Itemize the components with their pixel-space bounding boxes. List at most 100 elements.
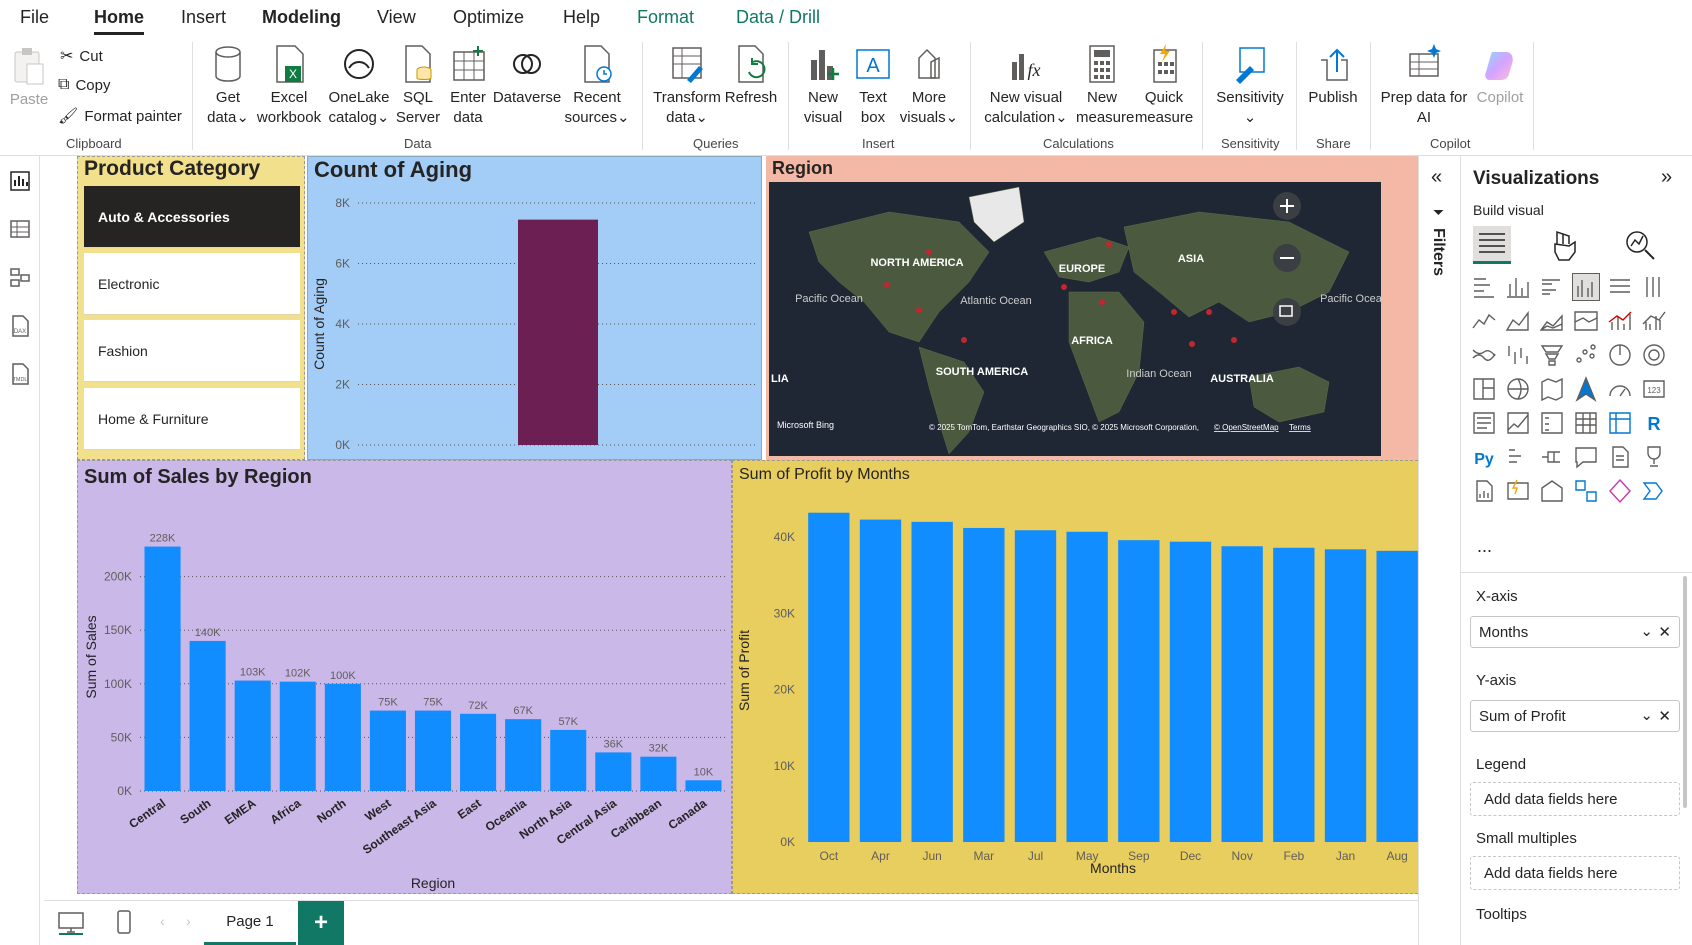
slicer-item[interactable]: Home & Furniture: [84, 388, 300, 450]
card-icon[interactable]: 123: [1641, 376, 1667, 402]
power-automate-icon[interactable]: [1539, 478, 1565, 504]
copy-button[interactable]: ⧉ Copy: [58, 76, 110, 94]
matrix-icon[interactable]: [1607, 410, 1633, 436]
r-visual-icon[interactable]: R: [1641, 410, 1667, 436]
sensitivity-button[interactable]: Sensitivity ⌄: [1212, 44, 1288, 128]
menu-data-drill[interactable]: Data / Drill: [736, 7, 820, 28]
sql-server-button[interactable]: SQL Server: [394, 44, 442, 128]
diamond-icon[interactable]: [1607, 478, 1633, 504]
small-multiples-drop-zone[interactable]: Add data fields here: [1470, 856, 1680, 890]
product-category-slicer[interactable]: Product Category Auto & Accessories Elec…: [77, 156, 305, 460]
refresh-button[interactable]: Refresh: [724, 44, 778, 108]
stacked-bar-icon[interactable]: [1471, 274, 1497, 300]
area-icon[interactable]: [1505, 308, 1531, 334]
legend-drop-zone[interactable]: Add data fields here: [1470, 782, 1680, 816]
terms-link[interactable]: Terms: [1289, 423, 1311, 432]
100-bar-icon[interactable]: [1607, 274, 1633, 300]
ribbon-icon[interactable]: [1471, 342, 1497, 368]
python-visual-icon[interactable]: Py: [1471, 444, 1497, 470]
chevron-down-icon[interactable]: ⌄: [1640, 706, 1653, 724]
add-page-button[interactable]: +: [298, 901, 344, 945]
recent-sources-button[interactable]: Recent sources⌄: [564, 44, 630, 128]
clustered-bar-icon[interactable]: [1539, 274, 1565, 300]
zoom-out-button[interactable]: [1273, 244, 1301, 272]
x-axis-field[interactable]: Months ⌄ ✕: [1470, 616, 1680, 648]
close-icon[interactable]: ✕: [1658, 707, 1671, 725]
quick-measure-button[interactable]: Quick measure: [1134, 44, 1194, 128]
slicer-icon[interactable]: [1539, 410, 1565, 436]
100-column-icon[interactable]: [1641, 274, 1667, 300]
enter-data-button[interactable]: Enter data: [444, 44, 492, 128]
decomposition-tree-icon[interactable]: [1539, 444, 1565, 470]
treemap-icon[interactable]: [1471, 376, 1497, 402]
arrow-icon[interactable]: [1641, 478, 1667, 504]
dax-query-icon[interactable]: DAX: [9, 314, 31, 338]
scrollbar[interactable]: [1683, 576, 1687, 808]
filters-pane[interactable]: « ⏷ Filters: [1418, 156, 1460, 945]
prep-data-ai-button[interactable]: Prep data for AI: [1378, 44, 1470, 128]
model-view-icon[interactable]: [9, 266, 31, 288]
azure-map-icon[interactable]: [1573, 376, 1599, 402]
sales-by-region-chart[interactable]: Sum of Sales by Region 0K 50K 100K 150K 200K 2…: [77, 460, 732, 894]
mobile-layout-icon[interactable]: [116, 909, 132, 935]
table-icon[interactable]: [1573, 410, 1599, 436]
map-icon[interactable]: [1505, 376, 1531, 402]
gauge-icon[interactable]: [1607, 376, 1633, 402]
excel-workbook-button[interactable]: X Excel workbook: [256, 44, 322, 128]
menu-help[interactable]: Help: [563, 7, 600, 28]
region-map[interactable]: Region NORTH AMERICA EUROPE ASIA AFRICA …: [766, 156, 1428, 460]
menu-modeling[interactable]: Modeling: [262, 7, 341, 28]
stacked-area-icon[interactable]: [1539, 308, 1565, 334]
waterfall-icon[interactable]: [1505, 342, 1531, 368]
menu-home[interactable]: Home: [94, 7, 144, 28]
power-apps-icon[interactable]: [1505, 478, 1531, 504]
multi-row-card-icon[interactable]: [1471, 410, 1497, 436]
copilot-button[interactable]: Copilot: [1470, 44, 1530, 108]
transform-data-button[interactable]: Transform data⌄: [652, 44, 722, 128]
menu-insert[interactable]: Insert: [181, 7, 226, 28]
scatter-icon[interactable]: [1573, 342, 1599, 368]
dataverse-button[interactable]: Dataverse: [492, 44, 562, 108]
profit-by-months-chart[interactable]: Sum of Profit by Months 0K 10K 20K 30K 40K Oct…: [732, 460, 1428, 894]
format-visual-icon[interactable]: [1551, 228, 1581, 262]
zoom-in-button[interactable]: [1273, 192, 1301, 220]
qa-icon[interactable]: [1573, 444, 1599, 470]
table-view-icon[interactable]: [9, 218, 31, 240]
paste-button[interactable]: Paste: [8, 46, 50, 110]
osm-link[interactable]: © OpenStreetMap: [1214, 423, 1279, 432]
more-visuals-icon[interactable]: ...: [1477, 536, 1492, 557]
cut-button[interactable]: ✂ Cut: [60, 46, 103, 66]
line-icon[interactable]: [1471, 308, 1497, 334]
y-axis-field[interactable]: Sum of Profit ⌄ ✕: [1470, 700, 1680, 732]
menu-view[interactable]: View: [377, 7, 416, 28]
report-view-icon[interactable]: [9, 170, 31, 192]
select-area-button[interactable]: [1273, 298, 1301, 326]
line-clustered-column-icon[interactable]: [1641, 308, 1667, 334]
menu-file[interactable]: File: [20, 7, 49, 28]
expand-icon[interactable]: »: [1661, 166, 1672, 189]
100-area-icon[interactable]: [1573, 308, 1599, 334]
format-painter-button[interactable]: 🖌 Format painter: [58, 106, 182, 126]
next-page-icon[interactable]: ›: [186, 913, 191, 929]
tmdl-view-icon[interactable]: TMDL: [9, 362, 31, 386]
kpi-icon[interactable]: [1505, 410, 1531, 436]
build-visual-tab[interactable]: [1473, 226, 1511, 264]
filled-map-icon[interactable]: [1539, 376, 1565, 402]
more-visuals-button[interactable]: More visuals⌄: [898, 44, 960, 128]
map-surface[interactable]: NORTH AMERICA EUROPE ASIA AFRICA SOUTH A…: [769, 182, 1381, 456]
slicer-item[interactable]: Auto & Accessories: [84, 186, 300, 248]
close-icon[interactable]: ✕: [1658, 623, 1671, 641]
goals-icon[interactable]: [1641, 444, 1667, 470]
clustered-column-icon[interactable]: [1572, 273, 1600, 301]
new-measure-button[interactable]: New measure: [1076, 44, 1134, 128]
stacked-column-icon[interactable]: [1505, 274, 1531, 300]
desktop-layout-icon[interactable]: [58, 911, 84, 935]
paginated-report-icon[interactable]: [1471, 478, 1497, 504]
funnel-icon[interactable]: [1539, 342, 1565, 368]
menu-optimize[interactable]: Optimize: [453, 7, 524, 28]
narrative-icon[interactable]: [1607, 444, 1633, 470]
new-visual-button[interactable]: New visual: [798, 44, 848, 128]
analytics-icon[interactable]: [1623, 228, 1657, 262]
text-box-button[interactable]: A Text box: [850, 44, 896, 128]
publish-button[interactable]: Publish: [1304, 44, 1362, 108]
